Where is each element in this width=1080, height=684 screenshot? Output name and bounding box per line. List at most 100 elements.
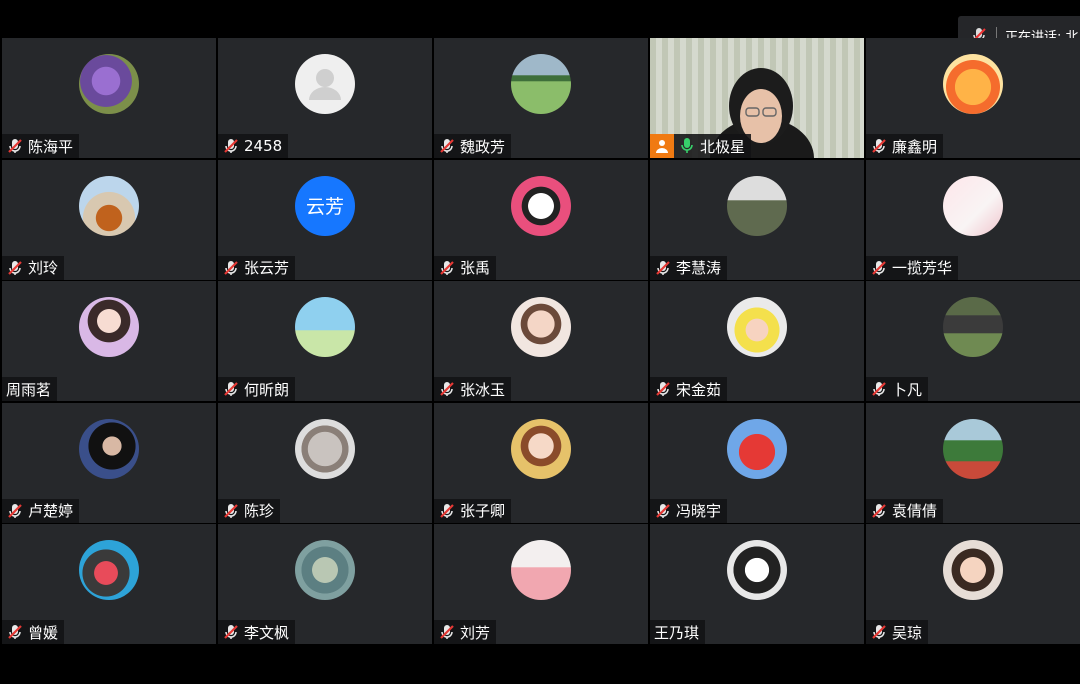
avatar	[79, 175, 139, 236]
mic-muted-icon	[440, 625, 454, 639]
mic-muted-icon	[872, 503, 886, 518]
participant-tile[interactable]: 李慧涛	[650, 159, 864, 280]
avatar	[295, 297, 355, 357]
avatar	[943, 175, 1003, 236]
avatar	[727, 297, 787, 357]
avatar	[295, 54, 355, 114]
avatar	[511, 297, 571, 357]
participant-name-bar: 张冰玉	[434, 377, 512, 401]
participant-tile[interactable]: 刘芳	[434, 524, 648, 644]
participant-tile[interactable]: 袁倩倩	[866, 402, 1080, 523]
participant-name-bar: 张禹	[434, 255, 497, 280]
participant-tile[interactable]: 吴琼	[866, 524, 1080, 644]
avatar	[295, 540, 355, 600]
meeting-window: { "speaking_bar": { "label": "正在讲话: 北" }…	[0, 0, 1080, 684]
participant-name: 2458	[244, 137, 283, 155]
mic-muted-icon	[440, 139, 454, 153]
participant-grid: 陈海平 2458 魏政芳 北极星 廉鑫明 刘玲 云芳 张云芳 张禹 李慧涛 一揽芳华 周雨茗 何昕朗 张冰…	[2, 38, 1080, 644]
participant-tile[interactable]: 张冰玉	[434, 281, 648, 401]
participant-tile[interactable]: 廉鑫明	[866, 38, 1080, 158]
mic-muted-icon	[8, 139, 22, 153]
participant-name-bar: 曾媛	[2, 620, 65, 644]
participant-name: 袁倩倩	[892, 502, 938, 520]
participant-name: 廉鑫明	[892, 137, 938, 156]
avatar	[511, 418, 571, 479]
participant-name: 陈珍	[244, 502, 275, 520]
participant-name: 张云芳	[244, 259, 290, 277]
participant-name-bar: 吴琼	[866, 620, 929, 644]
mic-muted-icon	[872, 625, 886, 639]
mic-muted-icon	[656, 382, 670, 396]
mic-muted-icon	[224, 503, 238, 518]
mic-muted-icon	[656, 260, 670, 275]
mic-muted-icon	[224, 625, 238, 639]
mic-active-icon	[681, 138, 693, 153]
mic-muted-icon	[8, 260, 22, 275]
avatar	[727, 418, 787, 479]
mic-muted-icon	[872, 139, 886, 153]
participant-tile[interactable]: 魏政芳	[434, 38, 648, 158]
avatar	[727, 540, 787, 600]
participant-name: 周雨茗	[6, 380, 52, 399]
participant-name: 宋金茹	[676, 380, 722, 399]
participant-name-bar: 王乃琪	[650, 620, 706, 644]
participant-name-bar: 张子卿	[434, 498, 512, 523]
participant-tile[interactable]: 卢楚婷	[2, 402, 216, 523]
participant-name: 刘玲	[28, 259, 59, 277]
participant-name: 曾媛	[28, 623, 59, 642]
default-user-icon	[309, 69, 341, 100]
participant-name-bar: 宋金茹	[650, 377, 728, 401]
participant-tile[interactable]: 冯晓宇	[650, 402, 864, 523]
participant-tile[interactable]: 云芳张云芳	[218, 159, 432, 280]
participant-tile[interactable]: 北极星	[650, 38, 864, 158]
participant-name-bar: 一揽芳华	[866, 255, 959, 280]
participant-name: 魏政芳	[460, 137, 506, 156]
participant-tile[interactable]: 2458	[218, 38, 432, 158]
participant-tile[interactable]: 曾媛	[2, 524, 216, 644]
participant-tile[interactable]: 何昕朗	[218, 281, 432, 401]
avatar	[943, 54, 1003, 114]
mic-muted-icon	[8, 625, 22, 639]
avatar	[295, 418, 355, 479]
participant-tile[interactable]: 刘玲	[2, 159, 216, 280]
participant-name: 吴琼	[892, 623, 923, 642]
participant-name: 张禹	[460, 259, 491, 277]
participant-name-bar: 魏政芳	[434, 134, 512, 158]
participant-name: 张子卿	[460, 502, 506, 520]
participant-name-bar: 刘玲	[2, 255, 65, 280]
participant-tile[interactable]: 陈珍	[218, 402, 432, 523]
participant-name-bar: 刘芳	[434, 620, 497, 644]
participant-tile[interactable]: 周雨茗	[2, 281, 216, 401]
avatar	[79, 297, 139, 357]
avatar	[943, 297, 1003, 357]
participant-name-bar: 张云芳	[218, 255, 296, 280]
participant-name-bar: 陈海平	[2, 134, 80, 158]
avatar	[79, 418, 139, 479]
participant-name: 冯晓宇	[676, 502, 722, 520]
avatar: 云芳	[295, 175, 355, 236]
participant-name-bar: 冯晓宇	[650, 498, 728, 523]
participant-name: 刘芳	[460, 623, 491, 642]
participant-tile[interactable]: 张子卿	[434, 402, 648, 523]
participant-name-bar: 廉鑫明	[866, 134, 944, 158]
participant-tile[interactable]: 卜凡	[866, 281, 1080, 401]
avatar	[943, 418, 1003, 479]
participant-name: 王乃琪	[654, 623, 700, 642]
participant-name-bar: 卜凡	[866, 377, 929, 401]
user-camera-icon[interactable]	[650, 134, 674, 158]
participant-name-bar: 李文枫	[218, 620, 296, 644]
participant-name-bar: 何昕朗	[218, 377, 296, 401]
participant-name-bar: 卢楚婷	[2, 498, 80, 523]
participant-tile[interactable]: 宋金茹	[650, 281, 864, 401]
participant-tile[interactable]: 张禹	[434, 159, 648, 280]
participant-tile[interactable]: 陈海平	[2, 38, 216, 158]
participant-tile[interactable]: 王乃琪	[650, 524, 864, 644]
participant-tile[interactable]: 李文枫	[218, 524, 432, 644]
participant-name: 张冰玉	[460, 380, 506, 399]
avatar	[79, 540, 139, 600]
mic-muted-icon	[224, 260, 238, 275]
participant-tile[interactable]: 一揽芳华	[866, 159, 1080, 280]
participant-name: 卜凡	[892, 380, 923, 399]
mic-muted-icon	[656, 503, 670, 518]
participant-name-bar: 陈珍	[218, 498, 281, 523]
